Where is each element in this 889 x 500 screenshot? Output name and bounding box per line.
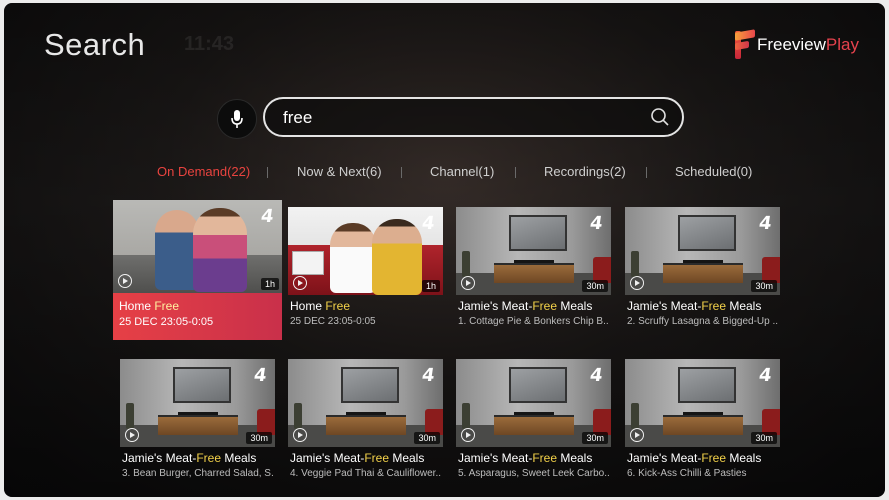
freeview-logo-icon [734,29,755,59]
background-clock: 11:43 [184,33,235,55]
tab-on-demand[interactable]: On Demand(22) [157,164,250,179]
card-title: Home Free [290,299,351,313]
card-subtitle: 2. Scruffy Lasagna & Bigged-Up ... [627,316,778,327]
magnifier-icon[interactable] [650,107,670,127]
programme-thumbnail: 4 30m [625,359,780,447]
result-card[interactable]: 4 30m Jamie's Meat-Free Meals 3. Bean Bu… [120,359,275,479]
voice-search-button[interactable] [217,99,257,139]
play-icon [125,428,139,442]
tab-divider [646,167,647,178]
tab-divider [401,167,402,178]
programme-thumbnail: 4 1h [288,207,443,295]
duration-badge: 1h [260,278,279,290]
search-input[interactable]: free [263,97,684,137]
duration-badge: 30m [751,432,777,444]
duration-badge: 30m [751,280,777,292]
card-subtitle: 4. Veggie Pad Thai & Cauliflower... [290,468,441,479]
page-title: Search [44,27,146,62]
duration-badge: 30m [246,432,272,444]
card-subtitle: 1. Cottage Pie & Bonkers Chip B... [458,316,609,327]
card-title: Jamie's Meat-Free Meals [290,451,425,465]
play-icon [461,428,475,442]
brand-name: Freeview [756,35,826,54]
play-icon [118,274,132,288]
duration-badge: 30m [414,432,440,444]
card-title: Jamie's Meat-Free Meals [458,299,593,313]
search-query: free [283,108,313,127]
card-title: Jamie's Meat-Free Meals [627,451,762,465]
result-card[interactable]: 4 30m Jamie's Meat-Free Meals 6. Kick-As… [625,359,780,479]
programme-thumbnail: 4 30m [288,359,443,447]
tv-screen: Search 11:43 Freeview Play free On Demand… [4,3,885,497]
freeview-play-logo: Freeview Play [734,29,859,59]
card-subtitle: 25 DEC 23:05-0:05 [119,316,214,328]
duration-badge: 1h [421,280,440,292]
duration-badge: 30m [582,432,608,444]
card-title: Jamie's Meat-Free Meals [122,451,257,465]
card-subtitle: 25 DEC 23:05-0:05 [290,316,376,327]
card-title: Home Free [119,299,180,313]
tab-scheduled[interactable]: Scheduled(0) [675,164,752,179]
programme-thumbnail: 4 30m [456,207,611,295]
card-subtitle: 3. Bean Burger, Charred Salad, S... [122,468,273,479]
microphone-icon [231,110,243,128]
duration-badge: 30m [582,280,608,292]
play-icon [293,428,307,442]
card-subtitle: 5. Asparagus, Sweet Leek Carbo... [458,468,609,479]
result-card[interactable]: 4 30m Jamie's Meat-Free Meals 4. Veggie … [288,359,443,479]
play-icon [293,276,307,290]
programme-thumbnail: 4 30m [625,207,780,295]
tab-channel[interactable]: Channel(1) [430,164,494,179]
programme-thumbnail: 4 30m [456,359,611,447]
result-card[interactable]: 4 30m Jamie's Meat-Free Meals 2. Scruffy… [625,207,780,327]
tab-divider [267,167,268,178]
tab-recordings[interactable]: Recordings(2) [544,164,626,179]
play-icon [461,276,475,290]
brand-play: Play [825,35,859,54]
programme-thumbnail: 4 1h [113,200,282,293]
result-card[interactable]: 4 1h Home Free 25 DEC 23:05-0:05 [288,207,443,327]
result-tabs: On Demand(22) Now & Next(6) Channel(1) R… [4,164,885,184]
result-card[interactable]: 4 30m Jamie's Meat-Free Meals 5. Asparag… [456,359,611,479]
tab-divider [515,167,516,178]
programme-thumbnail: 4 30m [120,359,275,447]
card-title: Jamie's Meat-Free Meals [627,299,762,313]
play-icon [630,428,644,442]
result-card[interactable]: 4 30m Jamie's Meat-Free Meals 1. Cottage… [456,207,611,327]
play-icon [630,276,644,290]
result-card-focused[interactable]: 4 1h Home Free 25 DEC 23:05-0:05 [113,200,282,340]
tab-now-next[interactable]: Now & Next(6) [297,164,382,179]
card-subtitle: 6. Kick-Ass Chilli & Pasties [627,468,747,479]
card-title: Jamie's Meat-Free Meals [458,451,593,465]
